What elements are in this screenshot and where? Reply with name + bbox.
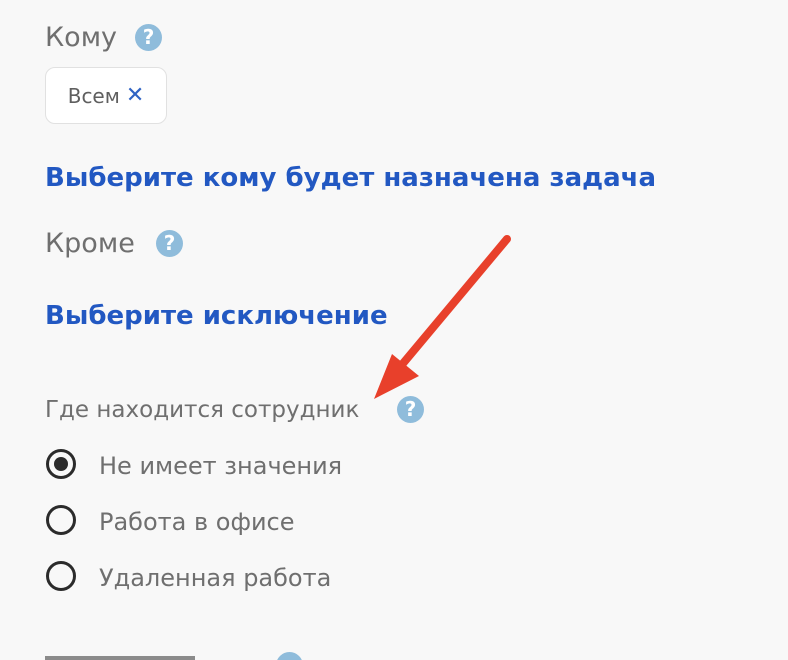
help-icon (276, 652, 303, 660)
radio-any[interactable] (46, 449, 76, 479)
help-icon[interactable]: ? (135, 24, 162, 51)
close-icon[interactable]: ✕ (126, 83, 144, 108)
chip-label: Всем (67, 83, 120, 108)
radio-label-office[interactable]: Работа в офисе (99, 508, 295, 536)
help-icon[interactable]: ? (156, 230, 183, 257)
select-recipients-link[interactable]: Выберите кому будет назначена задача (45, 163, 656, 193)
radio-remote[interactable] (46, 561, 76, 591)
radio-office[interactable] (46, 505, 76, 535)
to-label: Кому (45, 22, 118, 53)
except-label: Кроме (45, 228, 135, 259)
radio-selected-dot (54, 457, 68, 471)
help-icon[interactable]: ? (397, 396, 424, 423)
select-exception-link[interactable]: Выберите исключение (45, 301, 388, 331)
recipient-chip: Всем ✕ (45, 67, 167, 124)
next-section-label-fragment (45, 652, 205, 660)
radio-label-any[interactable]: Не имеет значения (99, 452, 342, 480)
radio-label-remote[interactable]: Удаленная работа (99, 564, 331, 592)
location-label: Где находится сотрудник (45, 397, 360, 423)
